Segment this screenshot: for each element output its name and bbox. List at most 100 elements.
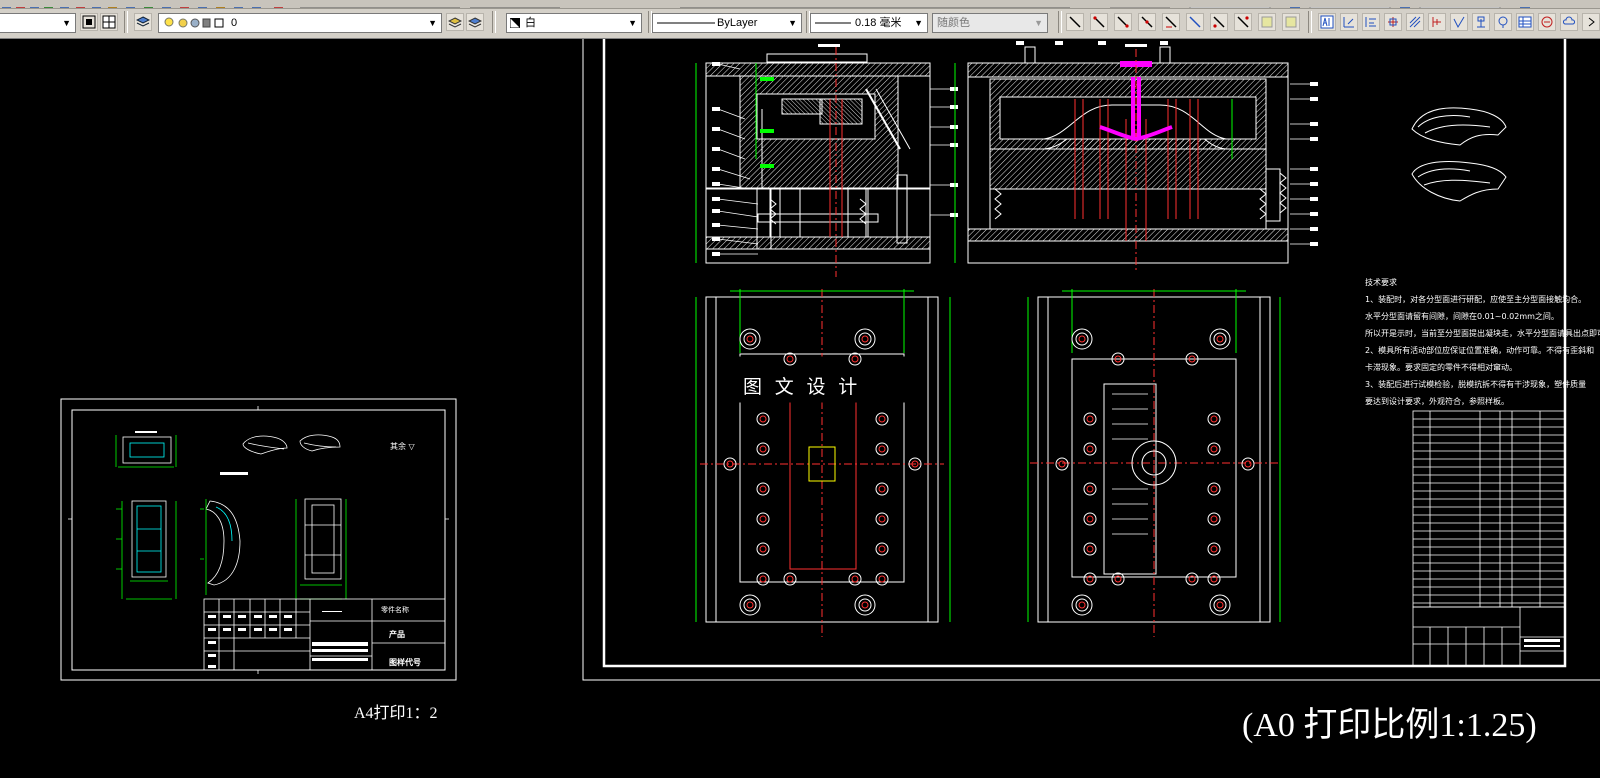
align-button[interactable] [1362,13,1380,31]
balloon-icon [1498,16,1508,28]
tech-req-line-2: 水平分型面请留有间隙，间隙在0.01~0.02mm之间。 [1365,311,1559,321]
hole-circle [861,601,869,609]
dimension-tool-10[interactable] [1282,13,1300,31]
lineweight-value: 0.18 毫米 [855,17,902,29]
balloon-button[interactable] [1494,13,1512,31]
dimension-line-icon [1141,16,1153,28]
a4-drawing-code-label: 图样代号 [389,657,421,667]
color-swatch-icon [510,18,520,28]
dimension-tool-8[interactable] [1234,13,1252,31]
leftmost-dropdown[interactable]: ▼ [0,13,76,33]
hole-circle [1216,601,1224,609]
hole-circle [1078,601,1086,609]
a0-print-scale-caption: (A0 打印比例1:1.25) [1242,707,1537,744]
hole-circle [786,575,794,583]
hole-circle [743,598,757,612]
hole-circle [1071,594,1093,616]
hole-circle [1086,515,1094,523]
grid-button[interactable] [100,13,118,31]
layer-dropdown[interactable]: 0 ▼ [158,13,442,33]
color-dropdown[interactable]: 白 ▼ [506,13,642,33]
dimension-tool-5[interactable] [1162,13,1180,31]
tech-req-line-5: 卡滞现象。要求固定的零件不得相对窜动。 [1365,362,1517,372]
layer-manager-button[interactable] [134,13,152,31]
more-tools-button[interactable] [1582,13,1600,31]
hole-circle [1111,572,1125,586]
layer-previous-button[interactable] [466,13,484,31]
roughness-button[interactable] [1450,13,1468,31]
chevron-down-icon: ▼ [1034,18,1043,28]
hole-circle [878,515,886,523]
hole-circle [858,332,872,346]
hole-circle [878,575,886,583]
top-toolbar-icons[interactable] [0,6,1600,9]
make-object-layer-current-button[interactable] [446,13,464,31]
ordinate-dimension-button[interactable] [1340,13,1358,31]
table-button[interactable] [1516,13,1534,31]
dimension-line-icon [1165,16,1177,28]
hole-circle [1216,335,1224,343]
cloud-icon [1563,16,1575,25]
hole-circle [1213,598,1227,612]
hole-circle [739,594,761,616]
dimension-tool-7[interactable] [1210,13,1228,31]
hole-circle [743,332,757,346]
linetype-value: ByLayer [717,17,758,29]
dimension-line-icon [1069,16,1081,28]
hatch-button[interactable] [1406,13,1424,31]
chevron-down-icon: ▼ [628,18,637,28]
symbol-icon [1541,16,1553,28]
table-icon [1518,16,1532,28]
hole-circle [756,512,770,526]
dimension-tool-2[interactable] [1090,13,1108,31]
revision-cloud-button[interactable] [1560,13,1578,31]
align-icon [1365,17,1376,27]
hole-circle [1210,485,1218,493]
weld-icon [1432,17,1441,27]
ordinate-icon [1343,17,1354,28]
drawing-svg[interactable]: 图 文 设 计 技术要求 1、装配时，对各分型面进行研配，应使至主分型面接触均合… [0,39,1600,774]
dimension-line-icon [1189,16,1201,28]
symbol-button[interactable] [1538,13,1556,31]
color-value: 白 [525,17,536,29]
drawing-canvas[interactable]: 图 文 设 计 技术要求 1、装配时，对各分型面进行研配，应使至主分型面接触均合… [0,39,1600,774]
dimension-tool-6[interactable] [1186,13,1204,31]
plotstyle-dropdown[interactable]: 随颜色 ▼ [932,13,1048,33]
hole-circle [1083,512,1097,526]
linetype-dropdown[interactable]: ByLayer ▼ [652,13,802,33]
tech-req-line-7: 要达到设计要求，外观符合，参照样板。 [1365,396,1509,406]
toolbar-separator [1058,11,1062,33]
hole-circle [1241,457,1255,471]
hole-circle [739,328,761,350]
toolbar: ▼ 0 ▼ 白 ▼ ByLayer ▼ 0.18 毫米 ▼ 随颜色 ▼ [0,0,1600,39]
lineweight-dropdown[interactable]: 0.18 毫米 ▼ [810,13,928,33]
hole-circle [759,445,767,453]
block-editor-button[interactable] [80,13,98,31]
hole-circle [783,572,797,586]
a4-surface-note: 其余 ▽ [390,441,416,451]
hole-circle [1075,332,1089,346]
section-view-c-c [954,41,1318,271]
hole-circle [1083,542,1097,556]
hole-circle [1209,594,1231,616]
layer-current-icon [448,17,462,28]
attribute-button[interactable] [1318,13,1336,31]
tech-req-line-6: 3、装配后进行试模检验，脱模抗拆不得有干涉现象，塑件质量 [1365,379,1586,389]
square-icon [1285,16,1297,28]
dimension-tool-9[interactable] [1258,13,1276,31]
tolerance-button[interactable] [1384,13,1402,31]
hole-circle [1207,482,1221,496]
datum-button[interactable] [1472,13,1490,31]
hole-circle [1185,572,1199,586]
grid-icon [102,15,116,29]
hole-circle [875,442,889,456]
dimension-tool-1[interactable] [1066,13,1084,31]
hole-circle [759,575,767,583]
dimension-tool-3[interactable] [1114,13,1132,31]
tech-req-title: 技术要求 [1365,277,1397,287]
hole-circle [756,482,770,496]
a0-watermark: 图 文 设 计 [743,376,861,398]
weld-symbol-button[interactable] [1428,13,1446,31]
dimension-tool-4[interactable] [1138,13,1156,31]
toolbar-separator [1308,11,1312,33]
